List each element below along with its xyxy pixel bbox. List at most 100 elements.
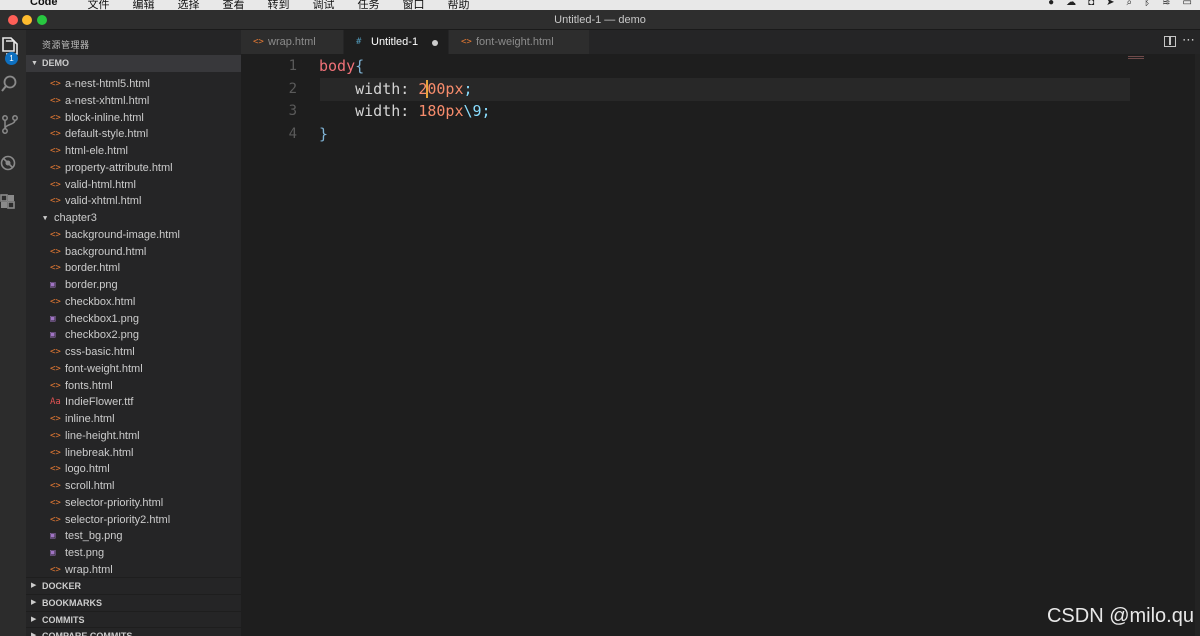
code-line-2[interactable]: width: 200px; bbox=[319, 78, 473, 101]
code-line-1[interactable]: body{ bbox=[319, 55, 364, 78]
vertical-scrollbar[interactable] bbox=[1195, 54, 1200, 636]
file-item[interactable]: ▣ checkbox1.png bbox=[26, 311, 241, 328]
file-item[interactable]: <> wrap.html bbox=[26, 562, 241, 579]
demo-folder-header[interactable]: ▼ DEMO bbox=[26, 55, 241, 72]
menu-debug[interactable]: 调试 bbox=[313, 0, 335, 10]
menu-tasks[interactable]: 任务 bbox=[358, 0, 380, 10]
code-editor[interactable]: 1 2 3 4 body{ width: 200px; width: 180px… bbox=[241, 54, 1200, 636]
file-item[interactable]: <> a-nest-html5.html bbox=[26, 76, 241, 93]
html-file-icon: <> bbox=[50, 179, 61, 190]
file-item[interactable]: <> block-inline.html bbox=[26, 110, 241, 127]
search-icon[interactable]: ⌕ bbox=[1127, 0, 1133, 8]
menu-code[interactable]: Code bbox=[30, 0, 58, 10]
html-file-icon: <> bbox=[50, 162, 61, 173]
file-item[interactable]: <> font-weight.html bbox=[26, 361, 241, 378]
html-file-icon: <> bbox=[50, 380, 61, 391]
file-item[interactable]: <> line-height.html bbox=[26, 428, 241, 445]
camera-icon[interactable]: ◘ bbox=[1088, 0, 1094, 8]
file-item[interactable]: ▣ test_bg.png bbox=[26, 528, 241, 545]
file-item[interactable]: <> border.html bbox=[26, 260, 241, 277]
record-icon[interactable]: ● bbox=[1048, 0, 1054, 8]
file-item[interactable]: <> selector-priority2.html bbox=[26, 512, 241, 529]
code-line-3[interactable]: width: 180px\9; bbox=[319, 100, 490, 123]
menu-file[interactable]: 文件 bbox=[88, 0, 110, 10]
file-item[interactable]: <> valid-xhtml.html bbox=[26, 193, 241, 210]
file-name: valid-html.html bbox=[65, 178, 136, 191]
html-file-icon: <> bbox=[50, 112, 61, 123]
file-item[interactable]: <> background-image.html bbox=[26, 227, 241, 244]
explorer-activity[interactable]: 1 bbox=[0, 32, 26, 65]
battery-icon[interactable]: ▭ bbox=[1183, 0, 1192, 8]
css-file-icon: # bbox=[356, 37, 362, 47]
tab-label: font-weight.html bbox=[476, 36, 554, 48]
bluetooth-icon[interactable]: ᛒ bbox=[1144, 0, 1150, 8]
html-file-icon: <> bbox=[50, 564, 61, 575]
explorer-sidebar: 资源管理器 ▼ DEMO <> a-nest-html5.html <> a-nest… bbox=[26, 30, 241, 636]
html-file-icon: <> bbox=[461, 37, 472, 47]
file-name: selector-priority2.html bbox=[65, 513, 171, 526]
file-item[interactable]: <> selector-priority.html bbox=[26, 495, 241, 512]
section-header-docker[interactable]: ▶ DOCKER bbox=[26, 577, 241, 594]
file-name: checkbox1.png bbox=[65, 312, 139, 325]
file-name: html-ele.html bbox=[65, 145, 128, 157]
extensions-activity[interactable] bbox=[0, 188, 26, 214]
file-item[interactable]: <> inline.html bbox=[26, 411, 241, 428]
search-activity[interactable] bbox=[0, 70, 26, 96]
section-header-bookmarks[interactable]: ▶ BOOKMARKS bbox=[26, 593, 241, 611]
section-header-compare-commits[interactable]: ▶ COMPARE COMMITS bbox=[26, 627, 241, 636]
menu-selection[interactable]: 选择 bbox=[178, 0, 200, 10]
image-file-icon: ▣ bbox=[50, 548, 56, 558]
file-item[interactable]: <> linebreak.html bbox=[26, 445, 241, 462]
tab-wrap-html[interactable]: <> wrap.html bbox=[241, 30, 343, 54]
more-actions-icon[interactable]: ⋯ bbox=[1182, 32, 1195, 48]
file-item[interactable]: <> a-nest-xhtml.html bbox=[26, 93, 241, 110]
menu-view[interactable]: 查看 bbox=[223, 0, 245, 10]
minimap[interactable] bbox=[1128, 56, 1144, 59]
split-editor-icon[interactable] bbox=[1164, 36, 1176, 47]
html-file-icon: <> bbox=[50, 347, 61, 357]
file-item[interactable]: <> logo.html bbox=[26, 461, 241, 478]
file-item[interactable]: Aa IndieFlower.ttf bbox=[26, 394, 241, 411]
send-icon[interactable]: ➤ bbox=[1106, 0, 1114, 8]
magnifier-icon bbox=[1, 75, 17, 92]
file-item[interactable]: <> html-ele.html bbox=[26, 143, 241, 160]
file-item[interactable]: <> checkbox.html bbox=[26, 294, 241, 311]
watermark: CSDN @milo.qu bbox=[1046, 605, 1194, 627]
file-item[interactable]: ▣ checkbox2.png bbox=[26, 327, 241, 344]
menu-window[interactable]: 窗口 bbox=[403, 0, 425, 10]
file-name: a-nest-html5.html bbox=[65, 78, 150, 90]
html-file-icon: <> bbox=[50, 430, 61, 441]
unsaved-dot-icon[interactable] bbox=[432, 40, 438, 46]
menu-help[interactable]: 帮助 bbox=[448, 0, 470, 10]
file-name: IndieFlower.ttf bbox=[65, 396, 134, 409]
folder-item[interactable]: ▼ chapter3 bbox=[26, 210, 241, 227]
menu-go[interactable]: 转到 bbox=[268, 0, 290, 10]
file-item[interactable]: ▣ test.png bbox=[26, 545, 241, 562]
explorer-title: 资源管理器 bbox=[42, 40, 90, 50]
file-item[interactable]: <> default-style.html bbox=[26, 126, 241, 143]
cloud-icon[interactable]: ☁ bbox=[1066, 0, 1076, 8]
folder-expanded-icon: ▼ bbox=[43, 214, 48, 222]
menu-edit[interactable]: 编辑 bbox=[133, 0, 155, 10]
file-item[interactable]: ▣ border.png bbox=[26, 277, 241, 294]
file-item[interactable]: <> valid-html.html bbox=[26, 177, 241, 194]
file-item[interactable]: <> fonts.html bbox=[26, 378, 241, 395]
file-item[interactable]: <> background.html bbox=[26, 244, 241, 261]
property-token: width: bbox=[355, 80, 419, 98]
debug-activity[interactable] bbox=[0, 150, 26, 176]
source-control-activity[interactable] bbox=[0, 110, 26, 136]
tab-untitled-1[interactable]: # Untitled-1 bbox=[344, 30, 448, 54]
wifi-icon[interactable]: ≋ bbox=[1162, 0, 1170, 8]
code-line-4[interactable]: } bbox=[319, 123, 328, 146]
image-file-icon: ▣ bbox=[50, 313, 56, 324]
html-file-icon: <> bbox=[50, 229, 61, 240]
section-header-commits[interactable]: ▶ COMMITS bbox=[26, 610, 241, 628]
tab-font-weight-html[interactable]: <> font-weight.html bbox=[449, 30, 589, 54]
git-branch-icon bbox=[2, 115, 18, 134]
title-bar: Untitled-1 — demo bbox=[0, 10, 1200, 30]
file-item[interactable]: <> css-basic.html bbox=[26, 344, 241, 361]
file-item[interactable]: <> scroll.html bbox=[26, 478, 241, 495]
line-number: 3 bbox=[288, 103, 297, 119]
file-item[interactable]: <> property-attribute.html bbox=[26, 160, 241, 177]
html-file-icon: <> bbox=[253, 37, 264, 47]
